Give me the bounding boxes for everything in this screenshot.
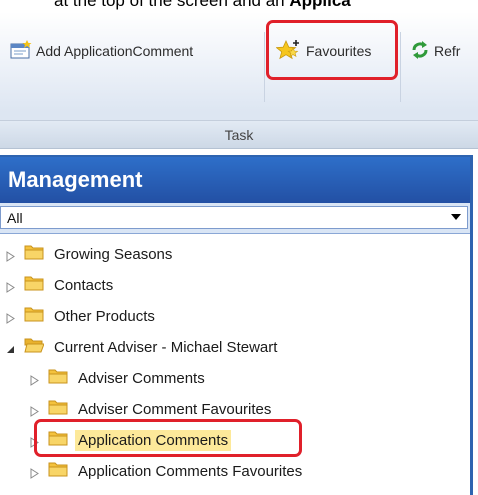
ribbon-separator — [264, 32, 265, 102]
favourites-button[interactable]: Favourites — [275, 34, 372, 68]
tree-node-growing-seasons[interactable]: Growing Seasons — [6, 240, 175, 268]
folder-icon — [48, 461, 68, 481]
tree-node-label: Adviser Comment Favourites — [78, 400, 272, 418]
tree-node-application-comments-favourites[interactable]: Application Comments Favourites — [30, 457, 305, 485]
tree-node-label: Growing Seasons — [54, 245, 173, 263]
expand-arrow-icon[interactable] — [6, 249, 15, 262]
add-comment-icon — [10, 39, 32, 63]
ribbon: Add ApplicationComment Favourites Refr — [0, 12, 478, 120]
folder-icon — [48, 430, 68, 450]
ribbon-group-label: Task — [0, 120, 478, 149]
task-group-label: Task — [224, 126, 254, 143]
expand-arrow-icon[interactable] — [6, 311, 15, 324]
tree-node-application-comments[interactable]: Application Comments — [30, 426, 232, 454]
refresh-icon — [410, 40, 430, 63]
add-application-comment-label: Add ApplicationComment — [36, 43, 194, 59]
navigation-tree: Growing Seasons Contacts Other Products … — [0, 233, 470, 495]
expand-arrow-icon[interactable] — [30, 404, 39, 417]
doc-bold-text: Applica — [289, 0, 351, 10]
document-text-fragment: at the top of the screen and an Applica — [0, 0, 478, 12]
add-application-comment-button[interactable]: Add ApplicationComment — [10, 34, 193, 68]
filter-value: All — [7, 209, 23, 226]
tree-node-label: Adviser Comments — [78, 369, 205, 387]
panel-title: Management — [0, 157, 470, 203]
tree-node-label: Contacts — [54, 276, 114, 294]
refresh-label: Refr — [434, 43, 461, 59]
tree-node-contacts[interactable]: Contacts — [6, 271, 116, 299]
doc-text: at the top of the screen and an — [54, 0, 285, 10]
ribbon-separator — [400, 32, 401, 102]
tree-node-label: Application Comments — [75, 429, 232, 451]
filter-dropdown[interactable]: All — [0, 206, 468, 229]
tree-node-label: Current Adviser - Michael Stewart — [54, 338, 278, 356]
expand-arrow-icon[interactable] — [30, 435, 39, 448]
folder-icon — [48, 368, 68, 388]
tree-node-current-adviser[interactable]: Current Adviser - Michael Stewart — [6, 333, 280, 361]
folder-icon — [24, 306, 44, 326]
star-plus-icon — [275, 38, 302, 65]
collapse-arrow-icon[interactable] — [6, 342, 15, 353]
open-folder-icon — [24, 337, 45, 357]
tree-node-label: Other Products — [54, 307, 155, 325]
expand-arrow-icon[interactable] — [30, 373, 39, 386]
expand-arrow-icon[interactable] — [6, 280, 15, 293]
folder-icon — [24, 244, 44, 264]
chevron-down-icon[interactable] — [451, 214, 461, 220]
folder-icon — [24, 275, 44, 295]
tree-node-adviser-comment-favourites[interactable]: Adviser Comment Favourites — [30, 395, 274, 423]
tree-node-other-products[interactable]: Other Products — [6, 302, 158, 330]
tree-node-adviser-comments[interactable]: Adviser Comments — [30, 364, 208, 392]
filter-row: All — [0, 203, 470, 234]
folder-icon — [48, 399, 68, 419]
favourites-label: Favourites — [306, 43, 372, 59]
tree-node-label: Application Comments Favourites — [78, 462, 303, 480]
management-panel: Management All Growing Seasons Contacts … — [0, 155, 473, 495]
refresh-button[interactable]: Refr — [410, 34, 460, 68]
expand-arrow-icon[interactable] — [30, 466, 39, 479]
